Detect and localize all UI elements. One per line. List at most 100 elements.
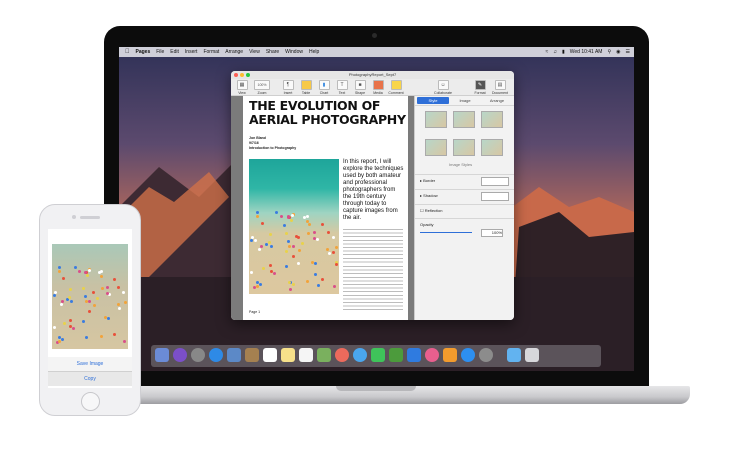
- search-icon[interactable]: ⚲: [607, 49, 611, 55]
- mail-icon[interactable]: [227, 348, 241, 362]
- doc-date[interactable]: 9/7/16: [249, 141, 259, 145]
- finder-icon[interactable]: [155, 348, 169, 362]
- umbrella-dot: [85, 335, 89, 339]
- view-button[interactable]: ▦ View: [233, 80, 251, 95]
- safari-icon[interactable]: [209, 348, 223, 362]
- music-icon[interactable]: [425, 348, 439, 362]
- umbrella-dot: [287, 281, 291, 285]
- divider: [415, 189, 514, 190]
- siri-icon[interactable]: [173, 348, 187, 362]
- umbrella-dot: [84, 300, 88, 304]
- zoom-button[interactable]: 100% Zoom: [253, 80, 271, 95]
- umbrella-dot: [259, 282, 263, 286]
- shadow-swatch[interactable]: [481, 192, 509, 201]
- menu-help[interactable]: Help: [309, 49, 319, 55]
- app-store-icon[interactable]: [461, 348, 475, 362]
- battery-icon[interactable]: ▮: [562, 49, 565, 55]
- shape-button[interactable]: ■ Shape: [351, 80, 369, 95]
- system-preferences-icon[interactable]: [479, 348, 493, 362]
- document-button[interactable]: ▤ Document: [491, 80, 509, 95]
- menu-view[interactable]: View: [249, 49, 260, 55]
- opacity-slider[interactable]: [420, 232, 472, 233]
- menu-insert[interactable]: Insert: [185, 49, 198, 55]
- table-label: Table: [301, 91, 311, 95]
- text-button[interactable]: T Text: [333, 80, 351, 95]
- image-style-thumb[interactable]: [453, 139, 475, 156]
- border-swatch[interactable]: [481, 177, 509, 186]
- menu-share[interactable]: Share: [266, 49, 279, 55]
- shadow-row[interactable]: ▸ Shadow: [420, 193, 438, 198]
- menu-arrange[interactable]: Arrange: [225, 49, 243, 55]
- tab-arrange[interactable]: Arrange: [481, 97, 513, 104]
- image-style-thumb[interactable]: [481, 139, 503, 156]
- wifi-icon[interactable]: ≈: [545, 49, 548, 55]
- ibooks-icon[interactable]: [443, 348, 457, 362]
- phone-aerial-photo[interactable]: [52, 244, 128, 349]
- photos-icon[interactable]: [335, 348, 349, 362]
- laptop-screen:  Pages File Edit Insert Format Arrange …: [119, 47, 634, 371]
- menu-format[interactable]: Format: [203, 49, 219, 55]
- menu-app-name[interactable]: Pages: [136, 49, 151, 55]
- border-label: Border: [423, 178, 436, 183]
- calendar-icon[interactable]: [263, 348, 277, 362]
- contacts-icon[interactable]: [245, 348, 259, 362]
- close-icon[interactable]: [234, 73, 238, 77]
- doc-course[interactable]: Introduction to Photography: [249, 146, 296, 150]
- volume-icon[interactable]: ♫: [553, 49, 557, 55]
- save-image-button[interactable]: Save Image: [48, 357, 132, 371]
- collaborate-button[interactable]: ☺ Collaborate: [431, 80, 455, 95]
- umbrella-dot: [292, 283, 296, 287]
- reminders-icon[interactable]: [299, 348, 313, 362]
- image-style-thumb[interactable]: [425, 139, 447, 156]
- zoom-icon[interactable]: [246, 73, 250, 77]
- maps-icon[interactable]: [317, 348, 331, 362]
- umbrella-dot: [99, 275, 103, 279]
- doc-author[interactable]: Jon Bland: [249, 136, 266, 140]
- doc-body-paragraph-2[interactable]: [343, 266, 403, 310]
- document-canvas[interactable]: THE EVOLUTION OF AERIAL PHOTOGRAPHY Jon …: [231, 96, 414, 320]
- siri-icon[interactable]: ◉: [616, 49, 620, 55]
- apple-icon[interactable]: : [125, 49, 130, 55]
- trash-icon[interactable]: [525, 348, 539, 362]
- messages-icon[interactable]: [353, 348, 367, 362]
- umbrella-dot: [52, 293, 56, 297]
- shadow-label: Shadow: [423, 193, 438, 198]
- chart-button[interactable]: ▮ Chart: [315, 80, 333, 95]
- image-style-thumb[interactable]: [453, 111, 475, 128]
- document-page[interactable]: THE EVOLUTION OF AERIAL PHOTOGRAPHY Jon …: [243, 96, 408, 320]
- copy-button[interactable]: Copy: [48, 371, 132, 386]
- media-button[interactable]: Media: [369, 80, 387, 95]
- reflection-row[interactable]: ☐ Reflection: [420, 208, 443, 213]
- opacity-field[interactable]: 100%: [481, 229, 503, 237]
- umbrella-dot: [327, 252, 331, 256]
- keynote-icon[interactable]: [407, 348, 421, 362]
- numbers-icon[interactable]: [389, 348, 403, 362]
- list-icon[interactable]: ☰: [626, 49, 630, 55]
- tab-style[interactable]: Style: [417, 97, 449, 104]
- doc-body-paragraph-1[interactable]: [343, 229, 403, 263]
- image-style-thumb[interactable]: [481, 111, 503, 128]
- menu-edit[interactable]: Edit: [170, 49, 179, 55]
- notes-icon[interactable]: [281, 348, 295, 362]
- launchpad-icon[interactable]: [191, 348, 205, 362]
- umbrella-dot: [87, 269, 91, 273]
- facetime-icon[interactable]: [371, 348, 385, 362]
- view-label: View: [238, 91, 246, 95]
- menu-file[interactable]: File: [156, 49, 164, 55]
- doc-title-line2[interactable]: AERIAL PHOTOGRAPHY: [249, 112, 406, 127]
- insert-button[interactable]: ¶ Insert: [279, 80, 297, 95]
- menu-window[interactable]: Window: [285, 49, 303, 55]
- doc-intro-text[interactable]: In this report, I will explore the techn…: [343, 159, 405, 222]
- doc-aerial-photo[interactable]: [249, 159, 339, 294]
- home-button[interactable]: [81, 392, 100, 411]
- doc-title-line1[interactable]: THE EVOLUTION OF: [249, 98, 380, 113]
- tab-image[interactable]: Image: [449, 97, 481, 104]
- comment-button[interactable]: Comment: [387, 80, 405, 95]
- table-button[interactable]: Table: [297, 80, 315, 95]
- border-row[interactable]: ▸ Border: [420, 178, 435, 183]
- image-style-thumb[interactable]: [425, 111, 447, 128]
- folder-icon[interactable]: [507, 348, 521, 362]
- format-button[interactable]: ✎ Format: [471, 80, 489, 95]
- menu-clock[interactable]: Wed 10:41 AM: [570, 49, 603, 55]
- minimize-icon[interactable]: [240, 73, 244, 77]
